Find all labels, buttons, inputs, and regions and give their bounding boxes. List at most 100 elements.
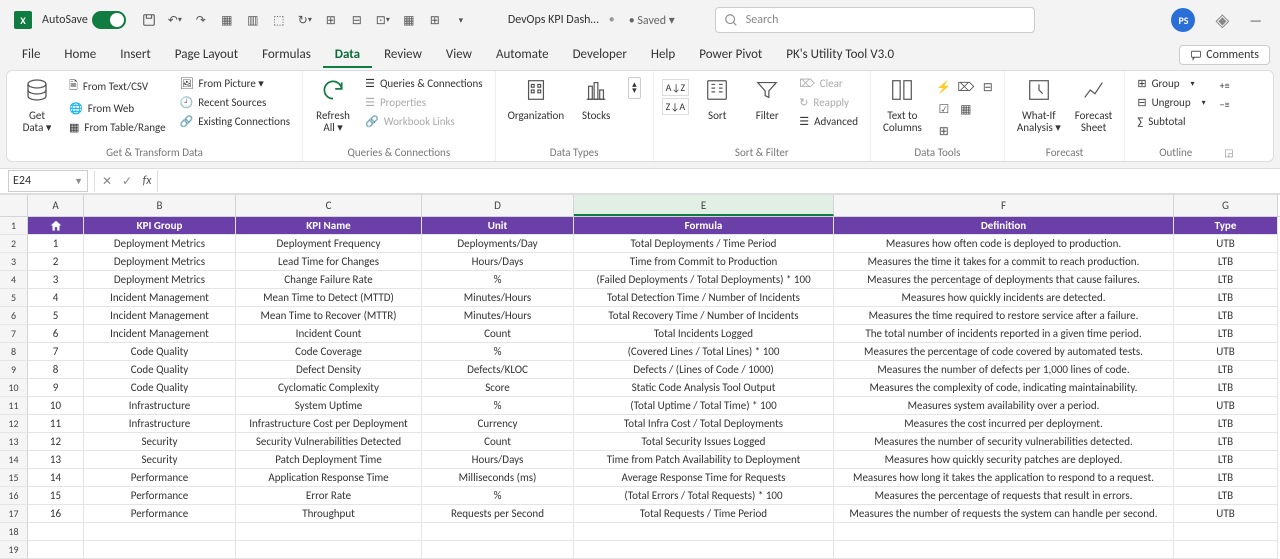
row-header[interactable]: 6 <box>0 307 28 325</box>
tab-pk-s-utility-tool-v3-0[interactable]: PK's Utility Tool V3.0 <box>774 43 906 68</box>
qat-icon[interactable]: ⊡▾ <box>372 9 394 31</box>
qat-overflow-icon[interactable]: ▾ <box>450 9 472 31</box>
filter-button[interactable]: Filter <box>745 75 789 124</box>
qat-icon[interactable]: ⊟ <box>346 9 368 31</box>
column-header-E[interactable]: E <box>574 195 834 216</box>
existing-connections-button[interactable]: 🔗Existing Connections <box>176 113 294 130</box>
cell[interactable]: Hours/Days <box>422 253 574 271</box>
autosave-toggle[interactable] <box>92 11 126 29</box>
cell[interactable]: UTB <box>1174 505 1278 523</box>
cell[interactable]: Measures the cost incurred per deploymen… <box>834 415 1174 433</box>
cell[interactable]: Security <box>84 433 236 451</box>
cell[interactable]: Time from Patch Availability to Deployme… <box>574 451 834 469</box>
cell[interactable] <box>422 541 574 559</box>
tab-page-layout[interactable]: Page Layout <box>163 43 250 68</box>
cell[interactable]: Total Detection Time / Number of Inciden… <box>574 289 834 307</box>
advanced-filter-button[interactable]: ☰Advanced <box>795 113 862 130</box>
remove-duplicates-icon[interactable]: ⌦ <box>956 77 976 97</box>
row-header[interactable]: 11 <box>0 397 28 415</box>
row-header[interactable]: 16 <box>0 487 28 505</box>
queries-connections-button[interactable]: ☰Queries & Connections <box>361 75 487 92</box>
cell[interactable]: 6 <box>28 325 84 343</box>
cell[interactable]: LTB <box>1174 487 1278 505</box>
cell[interactable]: Infrastructure <box>84 397 236 415</box>
cell[interactable]: 3 <box>28 271 84 289</box>
cell[interactable]: Measures system availability over a peri… <box>834 397 1174 415</box>
cell[interactable]: UTB <box>1174 397 1278 415</box>
cell[interactable]: Minutes/Hours <box>422 289 574 307</box>
cell[interactable]: % <box>422 397 574 415</box>
group-button[interactable]: ⊞Group▾ <box>1133 75 1209 92</box>
row-header[interactable]: 9 <box>0 361 28 379</box>
cell[interactable]: Incident Management <box>84 307 236 325</box>
qat-icon[interactable]: ▦ <box>398 9 420 31</box>
table-header-cell[interactable]: Definition <box>834 217 1174 235</box>
cell[interactable]: Hours/Days <box>422 451 574 469</box>
cell[interactable] <box>236 541 422 559</box>
tab-insert[interactable]: Insert <box>108 43 163 68</box>
cell[interactable] <box>28 541 84 559</box>
cell[interactable]: Total Incidents Logged <box>574 325 834 343</box>
show-detail-button[interactable]: +≡ <box>1216 77 1234 94</box>
from-table-button[interactable]: ▦From Table/Range <box>65 119 170 136</box>
flash-fill-icon[interactable]: ⚡ <box>934 77 954 97</box>
cell[interactable]: Performance <box>84 469 236 487</box>
select-all-corner[interactable] <box>0 195 28 216</box>
avatar[interactable]: PS <box>1171 8 1195 32</box>
datatype-expand-button[interactable]: ▴▾ <box>624 75 645 101</box>
stocks-datatype-button[interactable]: Stocks <box>574 75 618 124</box>
cell[interactable] <box>28 523 84 541</box>
cell[interactable]: Defect Density <box>236 361 422 379</box>
cell[interactable]: LTB <box>1174 379 1278 397</box>
cell[interactable]: 4 <box>28 289 84 307</box>
cell[interactable]: LTB <box>1174 307 1278 325</box>
chevron-down-icon[interactable]: ▼ <box>74 176 83 187</box>
row-header[interactable]: 19 <box>0 541 28 559</box>
cell[interactable]: Code Quality <box>84 379 236 397</box>
cell[interactable]: Performance <box>84 487 236 505</box>
what-if-button[interactable]: What-If Analysis ▾ <box>1013 75 1065 136</box>
cell[interactable]: % <box>422 271 574 289</box>
cell[interactable]: 8 <box>28 361 84 379</box>
cell[interactable]: 7 <box>28 343 84 361</box>
cell[interactable]: Total Deployments / Time Period <box>574 235 834 253</box>
cell[interactable]: Deployment Frequency <box>236 235 422 253</box>
cell[interactable]: LTB <box>1174 253 1278 271</box>
from-web-button[interactable]: 🌐From Web <box>65 100 170 117</box>
cell[interactable]: UTB <box>1174 235 1278 253</box>
cell[interactable]: Deployments/Day <box>422 235 574 253</box>
cell[interactable]: Code Quality <box>84 343 236 361</box>
formula-bar[interactable] <box>157 170 1280 192</box>
table-header-cell[interactable]: Type <box>1174 217 1278 235</box>
cell[interactable]: Measures how often code is deployed to p… <box>834 235 1174 253</box>
qat-icon[interactable]: ▥ <box>242 9 264 31</box>
fx-icon[interactable]: fx <box>137 171 157 191</box>
cell[interactable]: 13 <box>28 451 84 469</box>
column-header-D[interactable]: D <box>422 195 574 216</box>
cell[interactable]: Measures the number of defects per 1,000… <box>834 361 1174 379</box>
column-header-B[interactable]: B <box>84 195 236 216</box>
row-header[interactable]: 1 <box>0 217 28 235</box>
cell[interactable]: Code Quality <box>84 361 236 379</box>
cell[interactable]: System Uptime <box>236 397 422 415</box>
cell[interactable]: 5 <box>28 307 84 325</box>
cell[interactable]: Deployment Metrics <box>84 253 236 271</box>
file-name[interactable]: DevOps KPI Dash… <box>508 13 599 27</box>
row-header[interactable]: 8 <box>0 343 28 361</box>
organization-datatype-button[interactable]: Organization <box>504 75 569 124</box>
tab-data[interactable]: Data <box>323 43 372 68</box>
cell[interactable]: Measures the time required to restore se… <box>834 307 1174 325</box>
qat-icon[interactable]: ↻▾ <box>294 9 316 31</box>
tab-automate[interactable]: Automate <box>484 43 561 68</box>
cell[interactable]: 2 <box>28 253 84 271</box>
cell[interactable]: LTB <box>1174 469 1278 487</box>
cell[interactable]: Measures the percentage of code covered … <box>834 343 1174 361</box>
cell[interactable]: Deployment Metrics <box>84 271 236 289</box>
cell[interactable]: 11 <box>28 415 84 433</box>
cell[interactable]: The total number of incidents reported i… <box>834 325 1174 343</box>
dialog-launcher-icon[interactable]: ◲ <box>1218 146 1233 159</box>
qat-icon[interactable]: ⬚ <box>268 9 290 31</box>
cell[interactable]: Mean Time to Detect (MTTD) <box>236 289 422 307</box>
cell[interactable]: Patch Deployment Time <box>236 451 422 469</box>
cell[interactable]: 16 <box>28 505 84 523</box>
